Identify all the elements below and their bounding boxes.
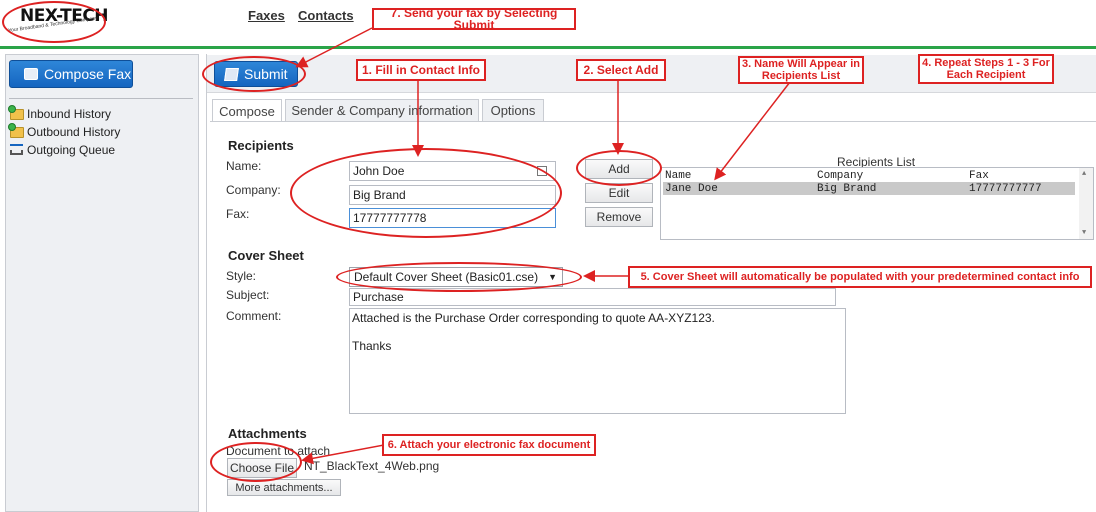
submit-highlight-circle bbox=[202, 56, 306, 92]
annotation-step4: 4. Repeat Steps 1 - 3 For Each Recipient bbox=[918, 54, 1054, 84]
scroll-down-icon[interactable]: ▼ bbox=[1082, 229, 1086, 237]
compose-fax-button[interactable]: Compose Fax bbox=[9, 60, 133, 88]
company-label: Company: bbox=[226, 183, 281, 197]
comment-textarea[interactable]: Attached is the Purchase Order correspon… bbox=[349, 308, 846, 414]
cover-sheet-highlight-circle bbox=[336, 262, 582, 292]
column-name: Name bbox=[665, 169, 692, 182]
attachments-heading: Attachments bbox=[228, 426, 307, 441]
edit-button[interactable]: Edit bbox=[585, 183, 653, 203]
scroll-up-icon[interactable]: ▲ bbox=[1082, 170, 1086, 178]
add-highlight-circle bbox=[576, 150, 662, 186]
tab-sender-company-information[interactable]: Sender & Company information bbox=[285, 99, 479, 121]
annotation-step7: 7. Send your fax by Selecting Submit bbox=[372, 7, 576, 31]
remove-button[interactable]: Remove bbox=[585, 207, 653, 227]
tab-compose[interactable]: Compose bbox=[212, 99, 282, 122]
sidebar bbox=[5, 54, 199, 512]
recipients-heading: Recipients bbox=[228, 138, 294, 153]
tab-options[interactable]: Options bbox=[482, 99, 544, 121]
sidebar-item-label: Outgoing Queue bbox=[27, 143, 116, 157]
contact-info-highlight-circle bbox=[290, 148, 562, 238]
row-name: Jane Doe bbox=[665, 182, 718, 195]
annotation-step2: 2. Select Add bbox=[576, 59, 666, 81]
recipients-list[interactable]: Name Company Fax Jane Doe Big Brand 1777… bbox=[660, 167, 1094, 240]
sidebar-item-label: Outbound History bbox=[27, 125, 121, 139]
name-label: Name: bbox=[226, 159, 262, 173]
compose-fax-label: Compose Fax bbox=[44, 66, 132, 82]
selected-file-name: NT_BlackText_4Web.png bbox=[304, 459, 440, 473]
sidebar-item-outbound-history[interactable]: Outbound History bbox=[8, 122, 121, 140]
annotation-step1: 1. Fill in Contact Info bbox=[356, 59, 486, 81]
sidebar-item-outgoing-queue[interactable]: Outgoing Queue bbox=[10, 142, 115, 158]
sidebar-divider bbox=[9, 98, 193, 99]
style-label: Style: bbox=[226, 269, 257, 283]
fax-machine-icon bbox=[24, 68, 38, 80]
annotation-step6: 6. Attach your electronic fax document bbox=[382, 434, 596, 456]
nav-contacts-link[interactable]: Contacts bbox=[298, 8, 354, 23]
cover-sheet-heading: Cover Sheet bbox=[228, 248, 304, 263]
tab-underline bbox=[210, 121, 1096, 122]
logo-highlight-circle bbox=[2, 1, 106, 43]
column-fax: Fax bbox=[969, 169, 989, 182]
nav-faxes-link[interactable]: Faxes bbox=[248, 8, 285, 23]
recipients-list-header: Name Company Fax bbox=[663, 169, 1075, 182]
row-company: Big Brand bbox=[817, 182, 877, 195]
fax-label: Fax: bbox=[226, 207, 250, 221]
sidebar-item-label: Inbound History bbox=[27, 107, 112, 121]
column-company: Company bbox=[817, 169, 864, 182]
header-divider bbox=[0, 46, 1096, 49]
sidebar-item-inbound-history[interactable]: Inbound History bbox=[8, 104, 112, 122]
inbound-folder-icon bbox=[8, 104, 24, 120]
row-fax: 17777777777 bbox=[969, 182, 1042, 195]
annotation-step5: 5. Cover Sheet will automatically be pop… bbox=[628, 266, 1092, 288]
comment-label: Comment: bbox=[226, 309, 282, 323]
choose-file-highlight-circle bbox=[210, 442, 302, 482]
queue-icon bbox=[10, 144, 24, 156]
recipients-list-scrollbar[interactable]: ▲ ▼ bbox=[1079, 168, 1093, 239]
annotation-step3: 3. Name Will Appear in Recipients List bbox=[738, 56, 864, 84]
table-row[interactable]: Jane Doe Big Brand 17777777777 bbox=[663, 182, 1075, 195]
subject-label: Subject: bbox=[226, 288, 270, 302]
outbound-folder-icon bbox=[8, 122, 24, 138]
more-attachments-button[interactable]: More attachments... bbox=[227, 479, 341, 496]
subject-field-value: Purchase bbox=[353, 290, 404, 304]
